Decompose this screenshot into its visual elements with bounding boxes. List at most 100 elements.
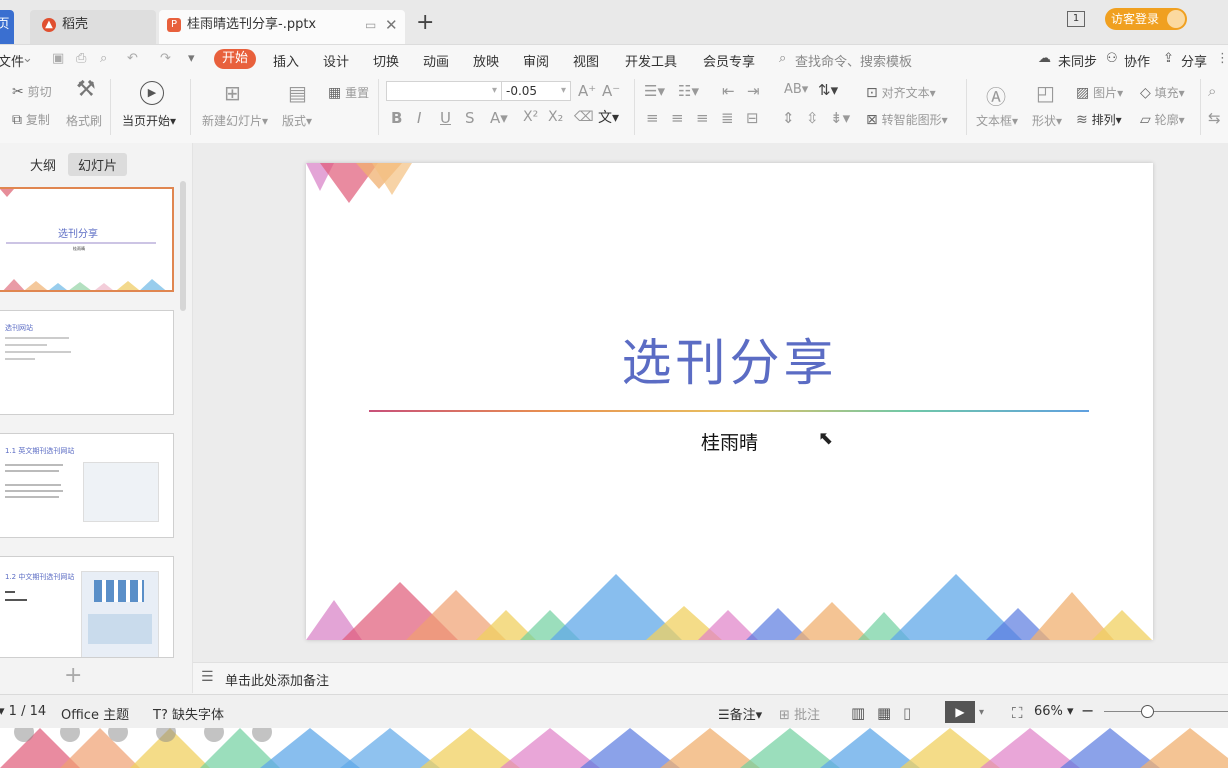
slide[interactable]: 选刊分享 桂雨晴 ⬉ (306, 163, 1153, 640)
font-size-combo[interactable]: -0.05 ▾ (501, 81, 571, 101)
new-tab-button[interactable]: + (416, 10, 434, 35)
text-direction-icon[interactable]: AB▾ (784, 82, 808, 97)
menu-slideshow[interactable]: 放映 (473, 51, 499, 70)
sorter-view-icon[interactable]: ▦ (877, 704, 891, 722)
new-slide-icon[interactable]: ⊞ (224, 81, 241, 105)
align-right-icon[interactable]: ≡ (696, 109, 709, 127)
normal-view-icon[interactable]: ▥ (851, 704, 865, 722)
superscript-icon[interactable]: X² (523, 109, 538, 125)
tab-outline[interactable]: 大纲 (30, 155, 56, 174)
save-icon[interactable]: ▣ (52, 51, 64, 66)
smart-art-button[interactable]: ⊠ 转智能图形▾ (866, 111, 948, 128)
columns-icon[interactable]: ⇟▾ (830, 109, 850, 127)
more-icon[interactable]: ▾ (188, 51, 195, 66)
zoom-slider-track[interactable] (1104, 711, 1228, 712)
zoom-slider-thumb[interactable] (1141, 705, 1154, 718)
italic-icon[interactable]: I (417, 109, 421, 127)
add-slide-button[interactable]: + (64, 663, 82, 688)
notes-bar[interactable]: ☰ 单击此处添加备注 (193, 662, 1228, 694)
fill-button[interactable]: ◇ 填充▾ (1140, 84, 1185, 101)
menu-member[interactable]: 会员专享 (703, 51, 755, 70)
eraser-icon[interactable]: ⌫ (574, 109, 594, 125)
find-icon[interactable]: ⌕ (1208, 82, 1216, 100)
sync-status[interactable]: 未同步 (1058, 51, 1097, 70)
font-color-icon[interactable]: A▾ (490, 109, 508, 127)
picture-button[interactable]: ▨ 图片▾ (1076, 84, 1123, 101)
shape-button[interactable]: 形状▾ (1032, 112, 1062, 129)
layout-icon[interactable]: ▤ (288, 81, 307, 105)
redo-icon[interactable]: ↷ (160, 51, 171, 66)
play-from-current-button[interactable]: 当页开始▾ (122, 112, 176, 129)
login-button[interactable]: 访客登录 (1105, 8, 1187, 30)
comment-button[interactable]: ⊞ 批注 (779, 704, 820, 723)
search-icon[interactable]: ⌕ (779, 51, 786, 66)
missing-font-button[interactable]: T? 缺失字体 (153, 704, 224, 723)
chevron-down-icon[interactable]: ⌄ (22, 51, 33, 66)
underline-icon[interactable]: U (440, 109, 451, 127)
menu-developer[interactable]: 开发工具 (625, 51, 677, 70)
slide-thumbnail-4[interactable]: 1.2 中文期刊选刊网站 (0, 556, 174, 658)
shape-icon[interactable]: ◰ (1036, 81, 1055, 105)
chevron-down-icon[interactable]: ▾ (979, 707, 984, 718)
layout-button[interactable]: 版式▾ (282, 112, 312, 129)
print-icon[interactable]: ⎙ (76, 51, 86, 66)
fit-window-icon[interactable]: ⛶ (1012, 704, 1023, 722)
replace-icon[interactable]: ⇆ (1208, 109, 1221, 127)
new-slide-button[interactable]: 新建幻灯片▾ (202, 112, 268, 129)
notes-toggle-button[interactable]: ☰备注▾ (718, 704, 762, 723)
distribute-icon[interactable]: ⊟ (746, 109, 759, 127)
close-tab-icon[interactable]: ✕ (385, 10, 398, 40)
align-text-button[interactable]: ⊡ 对齐文本▾ (866, 84, 936, 101)
sort-icon[interactable]: ⇅▾ (818, 81, 838, 99)
align-left-icon[interactable]: ≡ (646, 109, 659, 127)
cut-button[interactable]: ✂ 剪切 (12, 83, 52, 100)
reading-view-icon[interactable]: ▯ (903, 704, 911, 722)
menu-review[interactable]: 审阅 (523, 51, 549, 70)
subscript-icon[interactable]: X₂ (548, 109, 563, 125)
undo-icon[interactable]: ↶ (127, 51, 138, 66)
menu-design[interactable]: 设计 (323, 51, 349, 70)
pin-icon[interactable]: ▭ (365, 10, 376, 40)
menu-view[interactable]: 视图 (573, 51, 599, 70)
bullet-list-icon[interactable]: ☰▾ (644, 82, 665, 100)
decrease-font-icon[interactable]: A⁻ (602, 82, 620, 100)
tab-document[interactable]: P 桂雨晴选刊分享-.pptx ▭ ✕ (159, 10, 405, 44)
strikethrough-icon[interactable]: S (465, 109, 475, 127)
copy-button[interactable]: ⧉ 复制 (12, 111, 50, 128)
arrange-button[interactable]: ≋ 排列▾ (1076, 111, 1122, 128)
textbox-icon[interactable]: Ⓐ (986, 81, 1006, 110)
tab-docer[interactable]: ▲ 稻壳 (30, 10, 156, 44)
share-button[interactable]: 分享 (1181, 51, 1207, 70)
increase-font-icon[interactable]: A⁺ (578, 82, 596, 100)
format-painter-button[interactable]: 格式刷 (66, 112, 102, 129)
zoom-out-icon[interactable]: − (1081, 701, 1094, 720)
slide-title[interactable]: 选刊分享 (306, 323, 1153, 395)
menu-transition[interactable]: 切换 (373, 51, 399, 70)
play-slideshow-button[interactable]: ▶ (945, 701, 975, 723)
menu-file[interactable]: 文件 (0, 51, 24, 70)
textbox-button[interactable]: 文本框▾ (976, 112, 1018, 129)
menu-start[interactable]: 开始 (214, 49, 256, 69)
preview-icon[interactable]: ⌕ (100, 51, 107, 66)
tab-home[interactable]: 页 (0, 10, 14, 44)
paragraph-spacing-icon[interactable]: ⇳ (806, 109, 819, 127)
slide-thumbnail-3[interactable]: 1.1 英文期刊选刊网站 (0, 433, 174, 538)
justify-icon[interactable]: ≣ (721, 109, 734, 127)
collab-button[interactable]: 协作 (1124, 51, 1150, 70)
scrollbar[interactable] (180, 181, 186, 311)
brush-icon[interactable]: ⚒ (76, 77, 96, 102)
slide-thumbnail-2[interactable]: 选刊网站 (0, 310, 174, 415)
font-name-combo[interactable]: ▾ (386, 81, 502, 101)
tab-slides[interactable]: 幻灯片 (68, 153, 128, 176)
slide-subtitle[interactable]: 桂雨晴 (306, 428, 1153, 455)
slide-thumbnail-1[interactable]: 选刊分享 桂雨晴 (0, 187, 174, 292)
more-vertical-icon[interactable]: ⋮ (1216, 51, 1228, 66)
window-count-icon[interactable]: 1 (1067, 11, 1085, 27)
pinyin-icon[interactable]: 文▾ (598, 107, 619, 127)
bold-icon[interactable]: B (391, 109, 402, 127)
menu-insert[interactable]: 插入 (273, 51, 299, 70)
play-icon[interactable]: ▶ (140, 81, 164, 105)
align-center-icon[interactable]: ≡ (671, 109, 684, 127)
line-spacing-icon[interactable]: ⇕ (782, 109, 795, 127)
search-command-input[interactable]: 查找命令、搜索模板 (795, 51, 912, 70)
